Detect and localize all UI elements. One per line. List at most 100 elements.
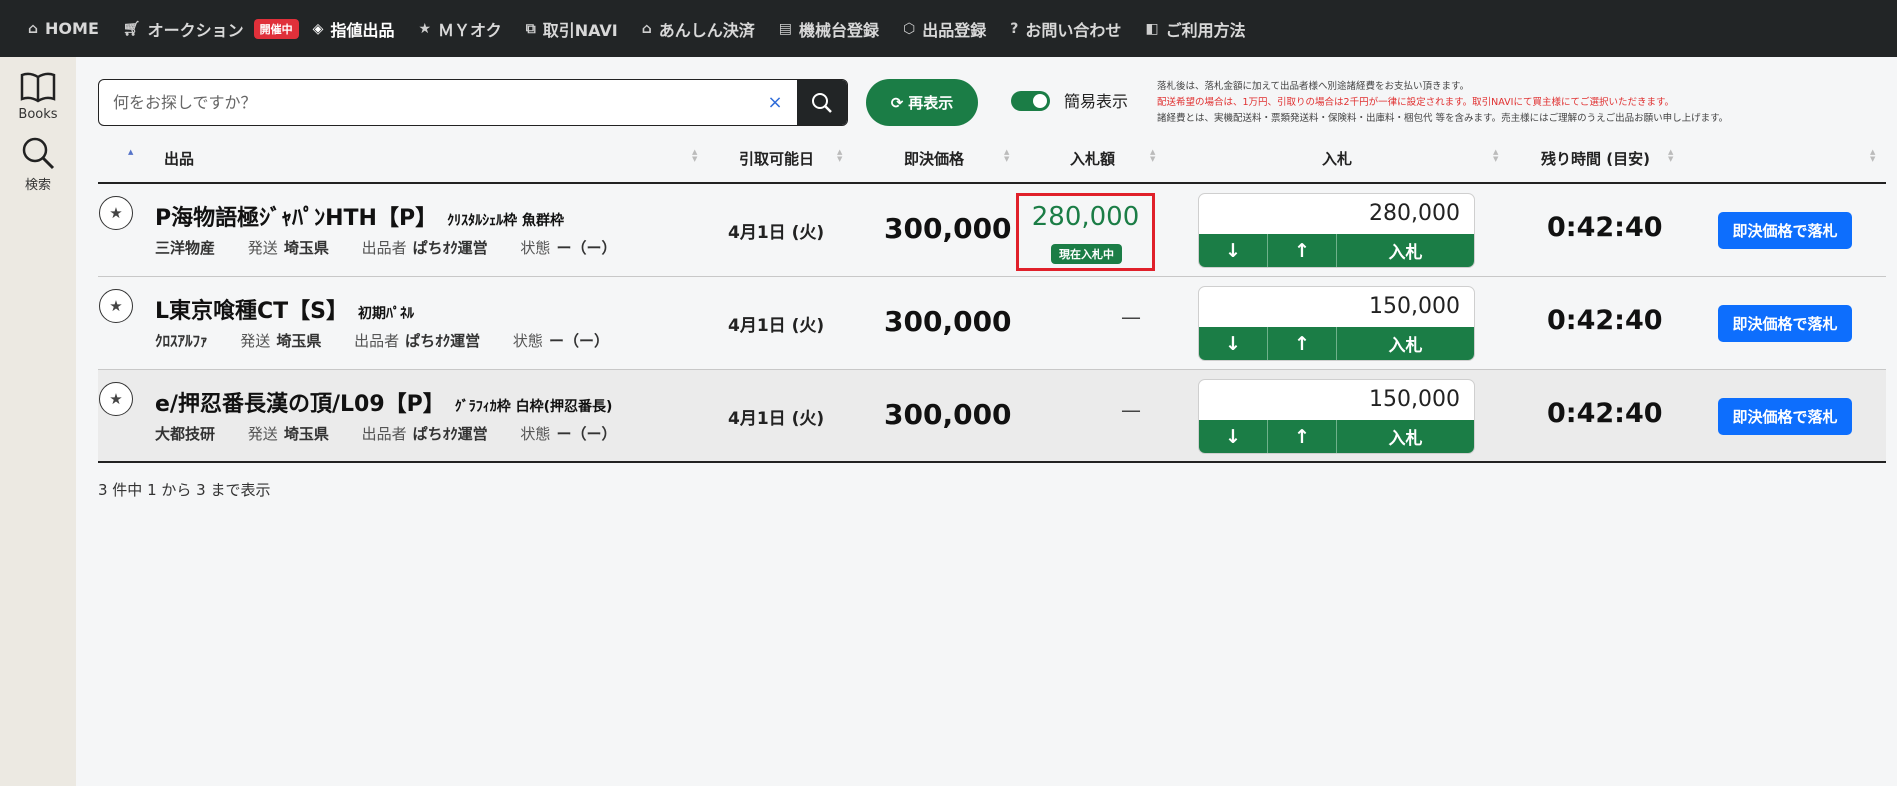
refresh-icon: ⟳	[890, 93, 904, 112]
item-seller: ぱちｵｸ運営	[412, 239, 488, 257]
sort-buynow-icon[interactable]: ▲ ▼	[1004, 149, 1012, 163]
search-bar: ×	[98, 79, 848, 126]
current-bid-badge: 現在入札中	[1051, 244, 1122, 264]
bid-amount-input[interactable]: 150,000	[1199, 287, 1474, 327]
nav-listing[interactable]: ⬡ 出品登録	[903, 17, 986, 41]
bid-amount-input[interactable]: 280,000	[1199, 194, 1474, 234]
bid-decrease-button[interactable]: ↓	[1199, 420, 1268, 453]
item-ship: 埼玉県	[283, 239, 329, 257]
sidebar-item-books[interactable]: Books	[0, 71, 76, 122]
sort-bid-icon[interactable]: ▲ ▼	[1493, 149, 1501, 163]
buynow-button[interactable]: 即決価格で落札	[1718, 305, 1852, 342]
item-title-text: P海物語極ｼﾞｬﾊﾟﾝHTH【P】	[155, 206, 438, 231]
current-bid-empty: —	[1121, 305, 1141, 329]
pickup-date: 4月1日 (火)	[728, 223, 825, 243]
seller-label: 出品者	[354, 332, 400, 350]
bid-control: 150,000 ↓ ↑ 入札	[1198, 379, 1475, 454]
favorite-star-button[interactable]: ★	[99, 289, 133, 323]
buynow-button[interactable]: 即決価格で落札	[1718, 212, 1852, 249]
nav-howto-label: ご利用方法	[1165, 20, 1246, 40]
item-ship: 埼玉県	[276, 332, 322, 350]
item-maker: 大都技研	[155, 425, 216, 443]
current-bid-box: 280,000 現在入札中	[1016, 193, 1155, 271]
sort-item-icon[interactable]: ▲	[128, 149, 136, 156]
left-sidebar: Books 検索	[0, 57, 76, 786]
sidebar-item-search[interactable]: 検索	[0, 136, 76, 193]
search-input[interactable]	[99, 80, 753, 125]
star-icon: ★	[109, 204, 123, 222]
item-maker: ｸﾛｽｱﾙﾌｧ	[155, 332, 208, 350]
nav-howto[interactable]: ◧ ご利用方法	[1145, 17, 1245, 41]
nav-navi-label: 取引NAVI	[542, 20, 618, 40]
bid-submit-button[interactable]: 入札	[1337, 234, 1474, 267]
sort-action-icon[interactable]: ▲ ▼	[1870, 149, 1878, 163]
bid-control: 150,000 ↓ ↑ 入札	[1198, 286, 1475, 361]
item-title[interactable]: e/押忍番長漢の頂/L09【P】 ｸﾞﾗﾌｨｶ枠 白枠(押忍番長)	[155, 386, 612, 418]
ship-label: 発送	[247, 239, 278, 257]
sort-item-toggle-icon[interactable]: ▲ ▼	[692, 149, 700, 163]
nav-home[interactable]: ⌂ HOME	[28, 19, 99, 38]
nav-my-label: ＭＹオク	[438, 20, 502, 40]
item-status: ー（ー）	[556, 425, 617, 443]
refresh-button[interactable]: ⟳ 再表示	[866, 79, 978, 126]
header-bidamount[interactable]: 入札額	[1070, 148, 1115, 169]
nav-sashine[interactable]: ◈ 指値出品	[313, 17, 395, 41]
item-meta: 三洋物産 発送 埼玉県 出品者 ぱちｵｸ運営 状態 ー（ー）	[155, 237, 644, 258]
bid-increase-button[interactable]: ↑	[1268, 327, 1337, 360]
favorite-star-button[interactable]: ★	[99, 196, 133, 230]
simple-view-toggle[interactable]	[1011, 91, 1050, 111]
item-maker: 三洋物産	[155, 239, 216, 257]
buynow-button[interactable]: 即決価格で落札	[1718, 398, 1852, 435]
bid-buttons: ↓ ↑ 入札	[1199, 327, 1474, 360]
nav-my[interactable]: ★ ＭＹオク	[418, 17, 501, 41]
nav-machine[interactable]: ▤ 機械台登録	[779, 17, 879, 41]
header-remaining[interactable]: 残り時間 (目安)	[1541, 148, 1650, 169]
bid-decrease-button[interactable]: ↓	[1199, 234, 1268, 267]
nav-home-label: HOME	[45, 19, 99, 38]
bid-decrease-button[interactable]: ↓	[1199, 327, 1268, 360]
pickup-date: 4月1日 (火)	[728, 316, 825, 336]
search-button[interactable]	[797, 80, 847, 125]
clear-search-button[interactable]: ×	[753, 80, 797, 125]
copy-icon: ⧉	[525, 20, 536, 37]
header-date[interactable]: 引取可能日	[739, 148, 814, 169]
ship-label: 発送	[240, 332, 271, 350]
item-title[interactable]: P海物語極ｼﾞｬﾊﾟﾝHTH【P】 ｸﾘｽﾀﾙｼｪﾙ枠 魚群枠	[155, 200, 564, 232]
sort-remaining-icon[interactable]: ▲ ▼	[1668, 149, 1676, 163]
buynow-price: 300,000	[884, 398, 1012, 431]
nav-navi[interactable]: ⧉ 取引NAVI	[526, 17, 618, 41]
nav-auction[interactable]: 🛒︎ オークション	[123, 17, 244, 41]
ship-label: 発送	[247, 425, 278, 443]
header-bid[interactable]: 入札	[1322, 148, 1352, 169]
notice-line-3: 諸経費とは、実機配送料・票類発送料・保険料・出庫料・梱包代 等を含みます。売主様…	[1157, 113, 1729, 124]
pagination-info: 3 件中 1 から 3 まで表示	[98, 481, 271, 499]
remaining-time: 0:42:40	[1547, 212, 1663, 243]
header-buynow[interactable]: 即決価格	[904, 148, 964, 169]
nav-contact[interactable]: ? お問い合わせ	[1010, 17, 1121, 41]
item-title-text: L東京喰種CT【S】	[155, 299, 349, 324]
bid-submit-button[interactable]: 入札	[1337, 420, 1474, 453]
favorite-star-button[interactable]: ★	[99, 382, 133, 416]
bid-submit-button[interactable]: 入札	[1337, 327, 1474, 360]
cart-icon: 🛒︎	[122, 20, 141, 37]
bid-amount-input[interactable]: 150,000	[1199, 380, 1474, 420]
sort-date-icon[interactable]: ▲ ▼	[837, 149, 845, 163]
bank-icon: ⌂	[641, 20, 652, 37]
nav-listing-label: 出品登録	[922, 20, 987, 40]
item-meta: 大都技研 発送 埼玉県 出品者 ぱちｵｸ運営 状態 ー（ー）	[155, 423, 644, 444]
table-row: ★ e/押忍番長漢の頂/L09【P】 ｸﾞﾗﾌｨｶ枠 白枠(押忍番長) 大都技研 …	[98, 370, 1886, 463]
device-icon: ▤	[778, 20, 793, 37]
bid-increase-button[interactable]: ↑	[1268, 234, 1337, 267]
sidebar-books-label: Books	[18, 107, 58, 122]
home-icon: ⌂	[28, 20, 39, 37]
header-item[interactable]: 出品	[164, 148, 194, 169]
nav-anshin[interactable]: ⌂ あんしん決済	[642, 17, 755, 41]
bid-increase-button[interactable]: ↑	[1268, 420, 1337, 453]
status-label: 状態	[520, 239, 551, 257]
item-title[interactable]: L東京喰種CT【S】 初期ﾊﾟﾈﾙ	[155, 293, 414, 325]
sort-bidamount-icon[interactable]: ▲ ▼	[1150, 149, 1158, 163]
notice-line-1: 落札後は、落札金額に加えて出品者様へ別途諸経費をお支払い頂きます。	[1157, 81, 1470, 92]
sidebar-search-label: 検索	[24, 178, 51, 193]
simple-view-label: 簡易表示	[1064, 92, 1129, 111]
table-row: ★ P海物語極ｼﾞｬﾊﾟﾝHTH【P】 ｸﾘｽﾀﾙｼｪﾙ枠 魚群枠 三洋物産 発送…	[98, 184, 1886, 277]
